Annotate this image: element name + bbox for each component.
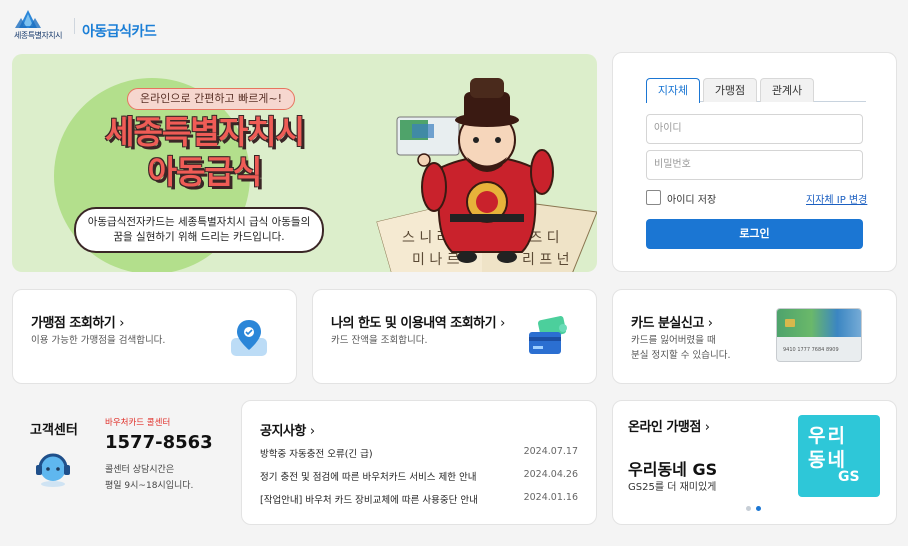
banner-description: 아동급식전자카드는 세종특별자치시 급식 아동들의 꿈을 실현하기 위해 드리는… (74, 207, 324, 253)
org-name: 세종특별자치시 (14, 31, 63, 40)
card-loss-report-title: 카드 분실신고 › (631, 316, 713, 331)
notice-item[interactable]: 정기 충전 및 점검에 따른 바우처카드 서비스 제한 안내 2024.04.2… (260, 469, 578, 483)
headset-agent-icon (36, 453, 70, 487)
carousel-dot-1[interactable] (746, 506, 751, 511)
online-store-title[interactable]: 온라인 가맹점 › (628, 416, 710, 435)
chevron-right-icon: › (500, 316, 505, 331)
card-loss-report-sub2: 분실 정지할 수 있습니다. (631, 350, 731, 361)
brand-title[interactable]: 아동급식카드 (82, 21, 157, 41)
notice-item[interactable]: 방학중 자동충전 오류(긴 급) 2024.07.17 (260, 446, 578, 460)
notice-panel (241, 400, 597, 525)
banner-desc-line1: 아동급식전자카드는 세종특별자치시 급식 아동들의 (87, 216, 311, 228)
id-input[interactable]: 아이디 (646, 114, 863, 144)
chevron-right-icon: › (707, 316, 713, 331)
svg-text:리 프 넌: 리 프 넌 (522, 252, 570, 268)
chevron-right-icon: › (309, 424, 315, 439)
header-divider (74, 18, 75, 34)
chevron-right-icon: › (704, 420, 710, 435)
gs-logo-line1: 우리 (808, 425, 847, 447)
limit-history-card[interactable]: 나의 한도 및 이용내역 조회하기 › 카드 잔액을 조회합니다. (312, 289, 597, 384)
svg-text:미 나 르: 미 나 르 (412, 252, 460, 268)
limit-history-title: 나의 한도 및 이용내역 조회하기 › (331, 316, 505, 331)
hero-banner: 온라인으로 간편하고 빠르게~! 세종특별자치시 아동급식 아동급식전자카드는 … (12, 54, 597, 272)
store-name: 우리동네 GS (628, 460, 718, 479)
limit-history-sub: 카드 잔액을 조회합니다. (331, 335, 428, 346)
store-sub: GS25를 더 재미있게 (628, 482, 717, 493)
support-title: 고객센터 (30, 423, 78, 438)
card-balance-icon (529, 316, 567, 354)
login-button[interactable]: 로그인 (646, 219, 863, 249)
card-chip-icon (785, 319, 795, 327)
ip-change-link[interactable]: 지자체 IP 변경 (806, 191, 867, 206)
merchant-search-title: 가맹점 조회하기 › (31, 316, 124, 331)
chevron-right-icon: › (119, 316, 124, 331)
gs-logo-tile: 우리 동네 GS (798, 415, 880, 497)
banner-headline-line1: 세종특별자치시 (104, 113, 305, 151)
tab-municipality[interactable]: 지자체 (646, 78, 700, 103)
notice-date: 2024.04.26 (523, 469, 578, 480)
sejong-city-logo[interactable]: 세종특별자치시 (12, 6, 76, 42)
tab-affiliate[interactable]: 관계사 (760, 78, 814, 102)
carousel-dot-2[interactable] (756, 506, 761, 511)
banner-headline: 세종특별자치시 아동급식 (72, 112, 337, 192)
banner-pill: 온라인으로 간편하고 빠르게~! (127, 88, 296, 110)
login-tabs: 지자체 가맹점 관계사 (646, 78, 866, 103)
card-loss-report-sub1: 카드를 잃어버렸을 때 (631, 335, 716, 346)
card-number: 9410 1777 7684 8909 (783, 347, 839, 353)
customer-center: 고객센터 바우처카드 콜센터 1577-8563 콜센터 상담시간은 평일 9시… (12, 400, 232, 525)
notice-item[interactable]: [작업안내] 바우처 카드 장비교체에 따른 사용중단 안내 2024.01.1… (260, 492, 578, 506)
banner-desc-line2: 꿈을 실현하기 위해 드리는 카드입니다. (113, 231, 285, 243)
notice-text: 정기 충전 및 점검에 따른 바우처카드 서비스 제한 안내 (260, 472, 477, 483)
notice-text: 방학중 자동충전 오류(긴 급) (260, 449, 373, 460)
voucher-callcenter-label: 바우처카드 콜센터 (105, 418, 171, 428)
banner-headline-line2: 아동급식 (147, 153, 263, 191)
gs-logo-line2: 동네 (808, 449, 847, 471)
notice-date: 2024.01.16 (523, 492, 578, 503)
voucher-card-image: 9410 1777 7684 8909 (776, 308, 862, 362)
password-input[interactable]: 비밀번호 (646, 150, 863, 180)
card-loss-report-card[interactable]: 카드 분실신고 › 카드를 잃어버렸을 때 분실 정지할 수 있습니다. 9410… (612, 289, 897, 384)
notice-text: [작업안내] 바우처 카드 장비교체에 따른 사용중단 안내 (260, 495, 478, 506)
map-pin-icon (231, 320, 267, 356)
notice-date: 2024.07.17 (523, 446, 578, 457)
save-id-checkbox[interactable] (646, 190, 661, 205)
king-character-illustration: 스 니 러 다 즈 디 미 나 르 리 프 넌 (376, 78, 597, 272)
merchant-search-card[interactable]: 가맹점 조회하기 › 이용 가능한 가맹점을 검색합니다. (12, 289, 297, 384)
save-id-label[interactable]: 아이디 저장 (667, 191, 716, 206)
notice-title[interactable]: 공지사항 › (260, 420, 315, 439)
support-hours-line1: 콜센터 상담시간은 (105, 465, 175, 475)
tab-merchant[interactable]: 가맹점 (703, 78, 757, 102)
support-hours-line2: 평일 9시~18시입니다. (105, 481, 194, 491)
gs-logo-line3: GS (838, 469, 860, 485)
support-phone[interactable]: 1577-8563 (105, 432, 213, 453)
merchant-search-sub: 이용 가능한 가맹점을 검색합니다. (31, 335, 166, 346)
